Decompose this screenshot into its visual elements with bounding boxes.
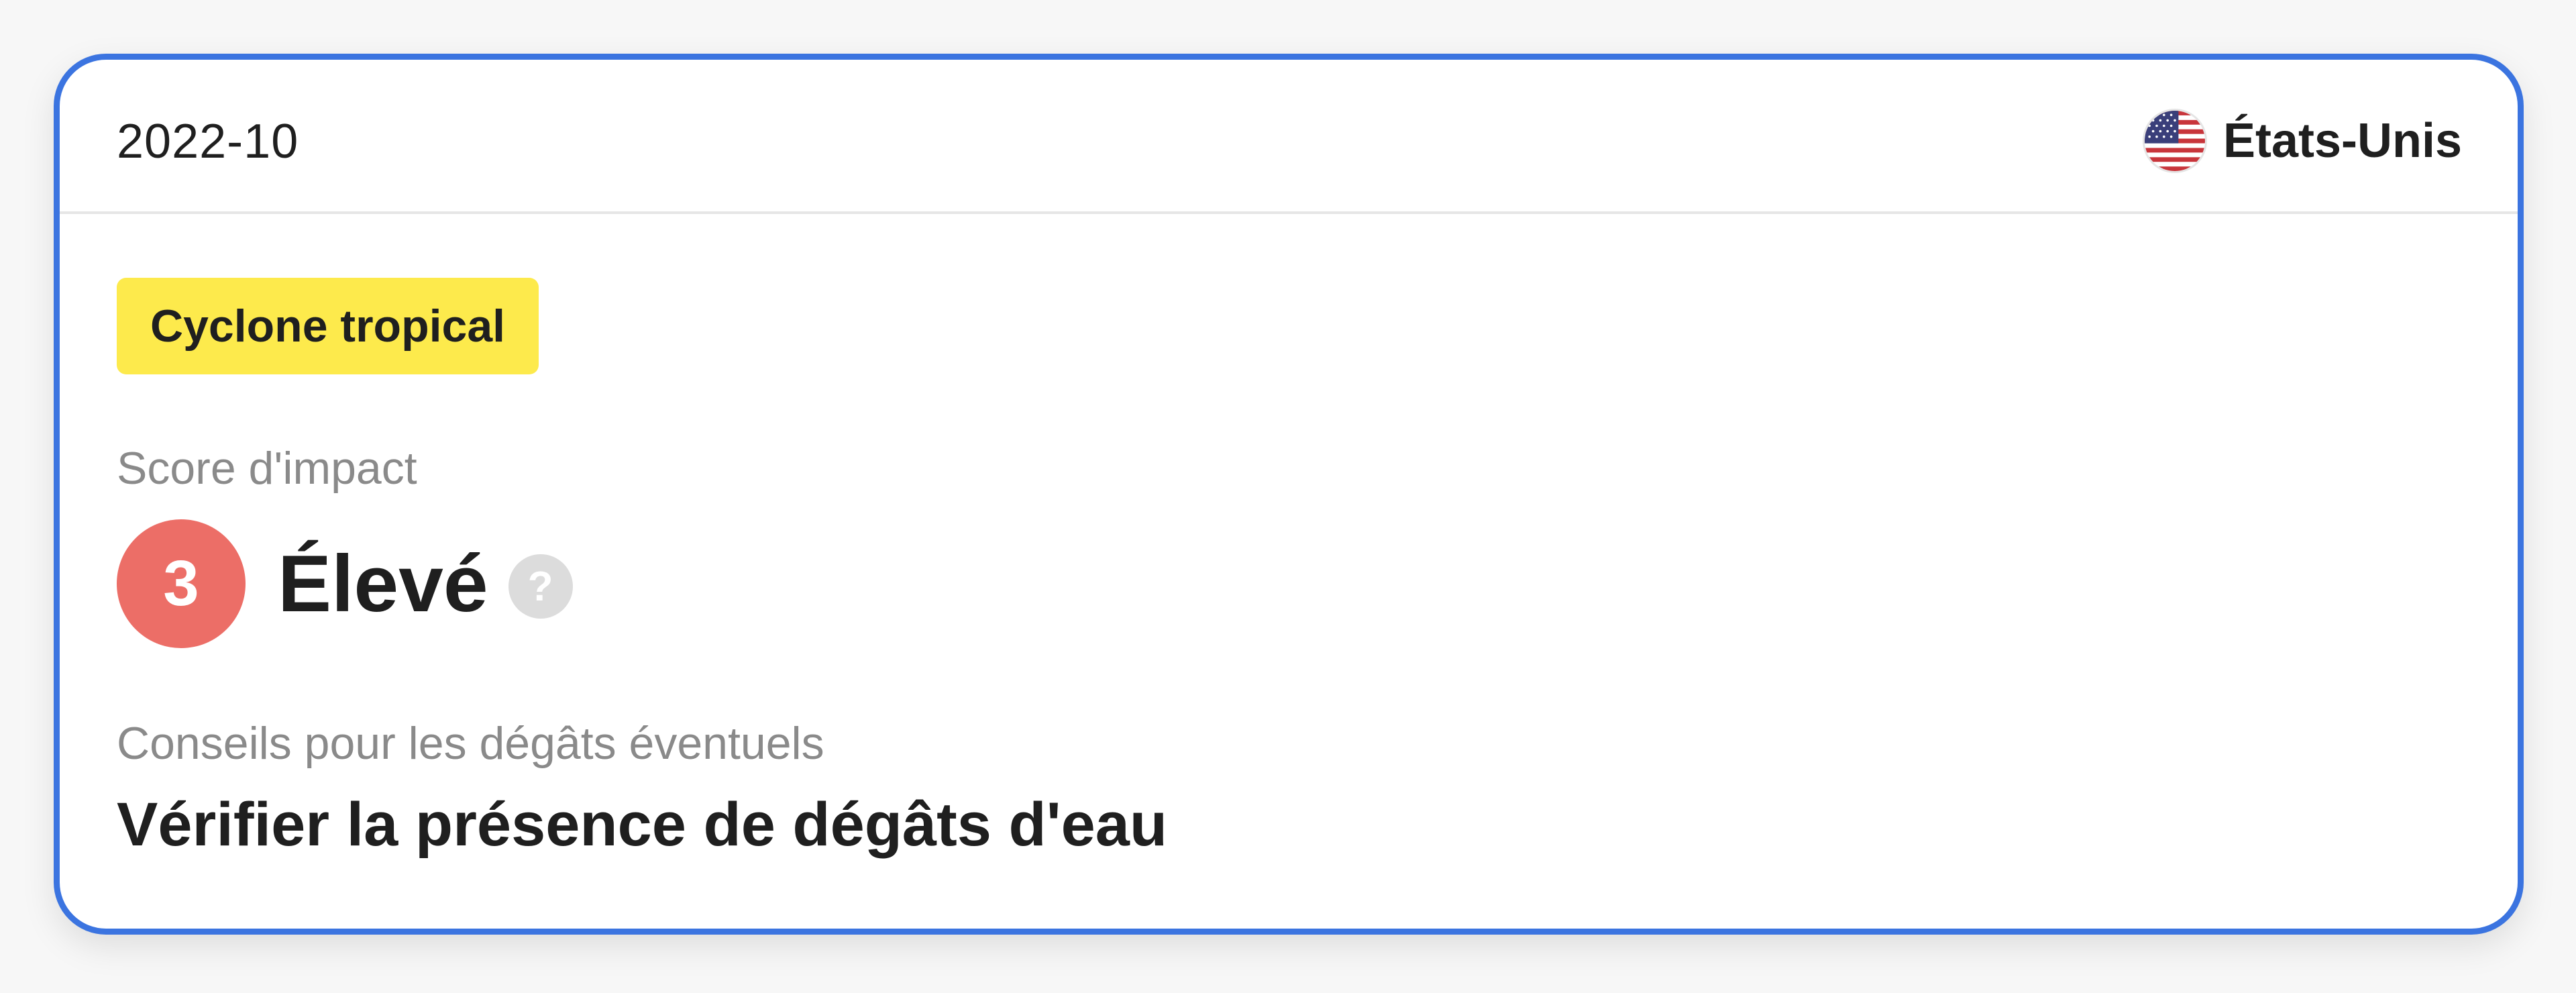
impact-score-badge: 3	[117, 519, 246, 648]
country-label: États-Unis	[2142, 104, 2462, 178]
event-date: 2022-10	[117, 115, 299, 168]
card-header: 2022-10 États-Unis	[60, 60, 2518, 214]
impact-level: Élevé	[278, 539, 488, 629]
impact-card: 2022-10 États-Unis Cyclone tropical Scor…	[54, 54, 2524, 935]
advice-label: Conseils pour les dégâts éventuels	[117, 718, 824, 769]
question-mark-icon[interactable]: ?	[508, 554, 573, 619]
impact-score-row: 3 Élevé ?	[117, 519, 573, 648]
country-name: États-Unis	[2222, 114, 2462, 168]
advice-text: Vérifier la présence de dégâts d'eau	[117, 790, 1168, 859]
us-flag-icon	[2142, 109, 2207, 173]
hazard-badge: Cyclone tropical	[117, 278, 539, 374]
impact-score-label: Score d'impact	[117, 443, 417, 494]
